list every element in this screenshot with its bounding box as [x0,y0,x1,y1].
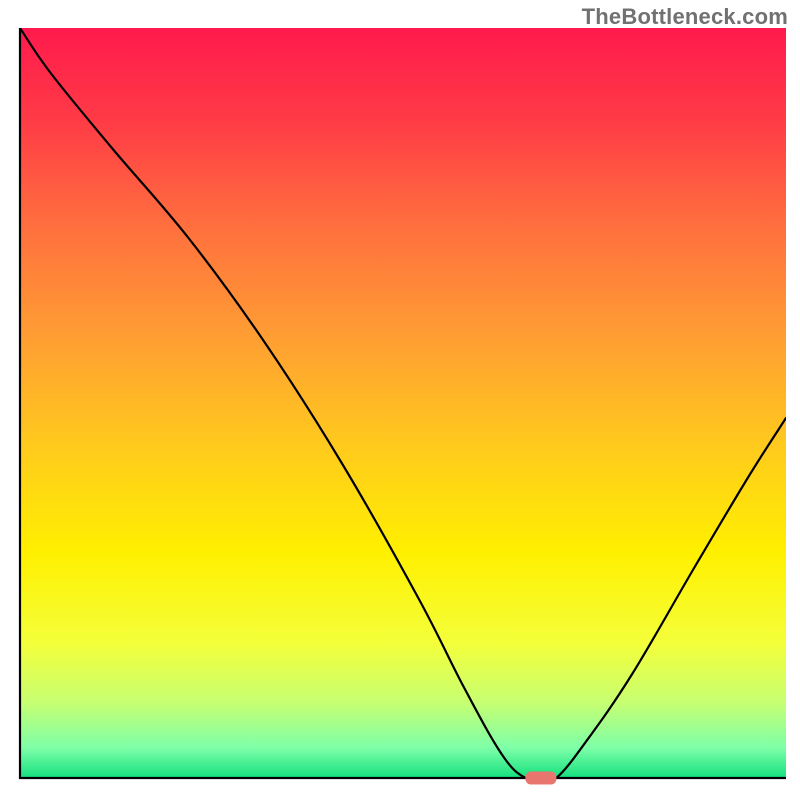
plot-background [20,28,786,778]
bottleneck-chart [0,0,800,800]
chart-container: TheBottleneck.com [0,0,800,800]
optimal-point-marker [526,772,556,784]
watermark-text: TheBottleneck.com [582,4,788,30]
